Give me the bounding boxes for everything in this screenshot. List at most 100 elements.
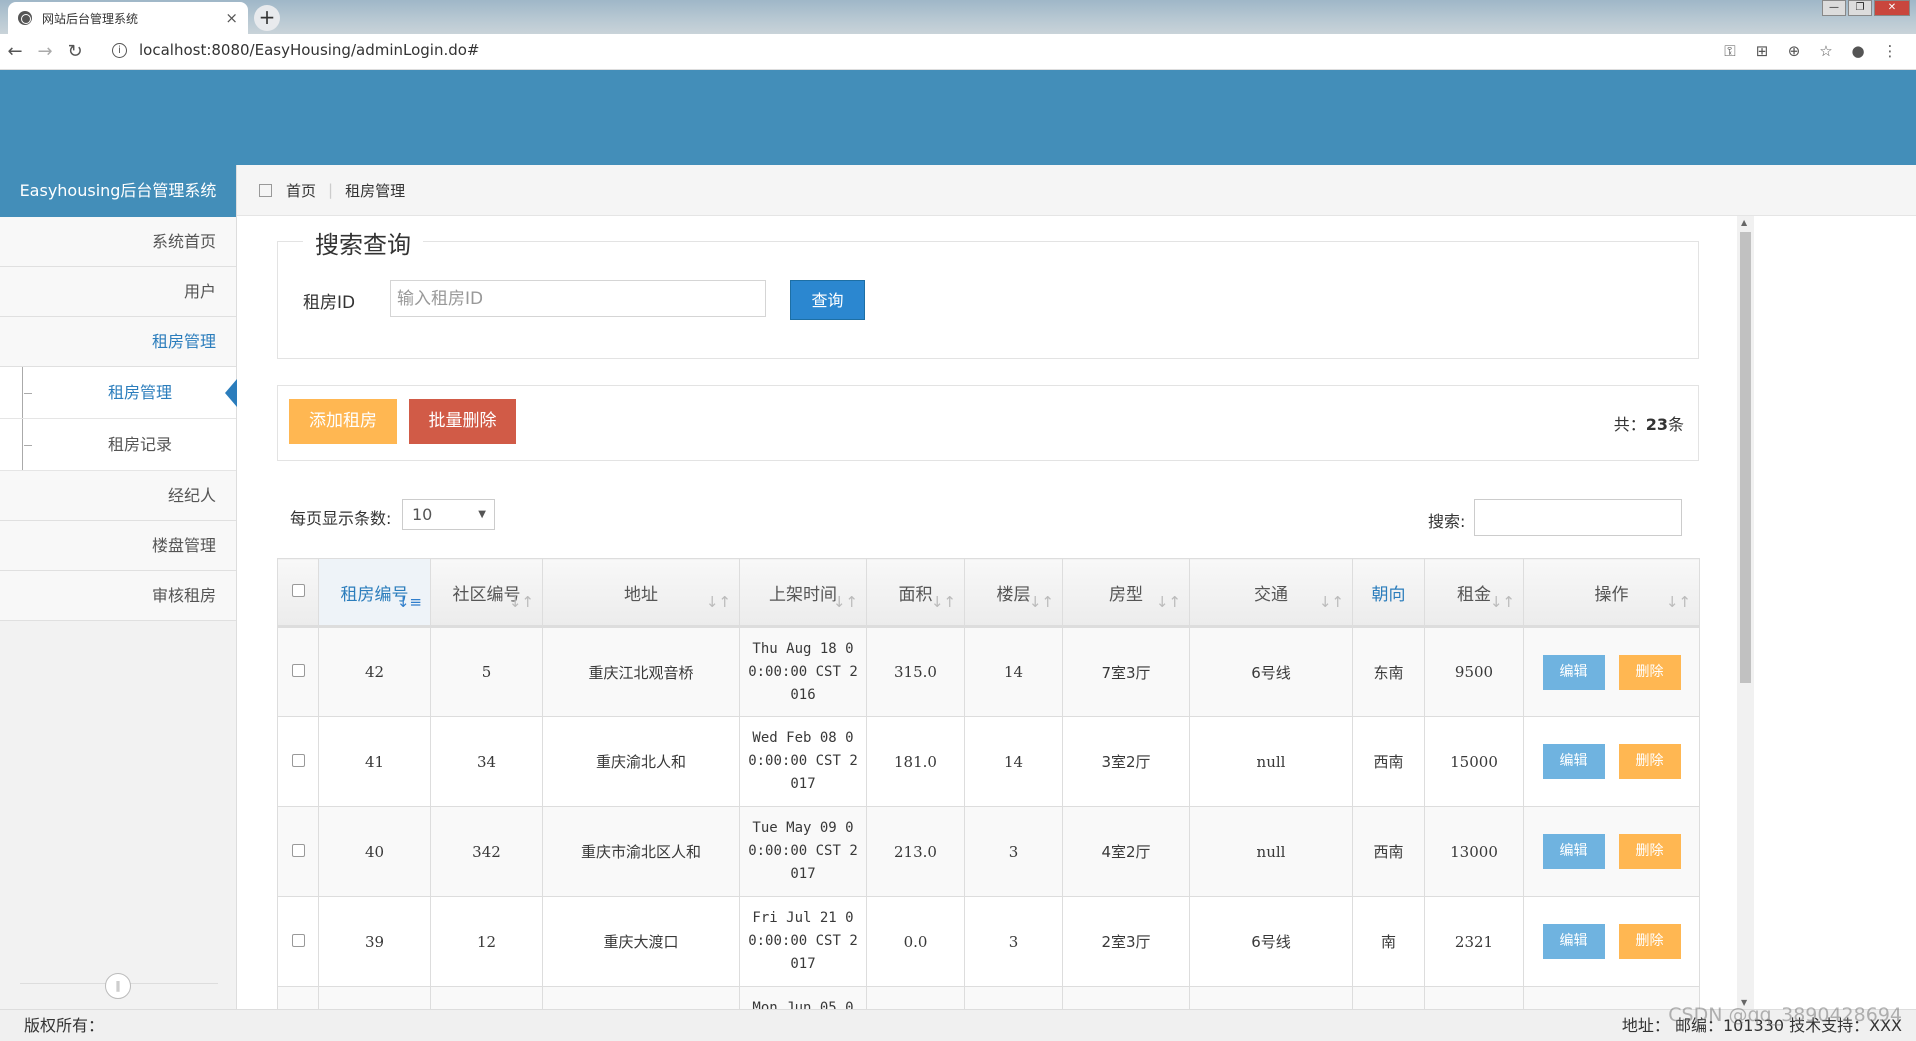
sort-icon: ↓↑ (832, 593, 858, 611)
window-controls: — ❐ ✕ (1820, 0, 1910, 16)
page-size-label: 每页显示条数: (290, 509, 392, 528)
profile-icon[interactable]: ● (1842, 42, 1874, 60)
row-select-cell (277, 806, 319, 897)
row-select-cell (277, 626, 319, 717)
col-header-community[interactable]: 社区编号 ↓↑ (430, 558, 543, 628)
browser-tab[interactable]: 网站后台管理系统 × (8, 2, 248, 34)
sort-icon: ↓↑ (705, 593, 731, 611)
cell-traffic (1189, 986, 1353, 1009)
cell-address: 重庆市渝北区人和 (542, 806, 740, 897)
sidebar-item-rental[interactable]: 租房管理 (0, 317, 236, 367)
col-header-label: 房型 (1109, 584, 1143, 605)
cell-orientation: 南 (1352, 896, 1425, 987)
rental-id-input[interactable] (390, 280, 766, 317)
window-close-button[interactable]: ✕ (1874, 0, 1910, 16)
col-header-label: 操作 (1594, 584, 1629, 605)
cell-orientation (1352, 986, 1425, 1009)
col-header-orientation[interactable]: 朝向 (1352, 558, 1425, 628)
cell-community (430, 986, 543, 1009)
cell-floor: 14 (964, 716, 1063, 807)
cell-id: 42 (318, 626, 431, 717)
sidebar-subitem-label: 租房管理 (108, 383, 173, 402)
sidebar-item-agents[interactable]: 经纪人 (0, 471, 236, 521)
back-arrow-icon[interactable]: ← (0, 41, 30, 62)
col-header-area[interactable]: 面积 ↓↑ (866, 558, 965, 628)
sidebar-subitem-rental-records[interactable]: 租房记录 (0, 419, 236, 471)
add-rental-button[interactable]: 添加租房 (289, 399, 397, 444)
edit-button[interactable]: 编辑 (1542, 744, 1605, 779)
menu-icon[interactable]: ⋮ (1874, 42, 1906, 60)
edit-button[interactable]: 编辑 (1542, 654, 1605, 690)
table-filter-input[interactable] (1474, 499, 1682, 536)
search-legend: 搜索查询 (303, 225, 423, 260)
col-header-rent[interactable]: 租金 ↓↑ (1424, 558, 1524, 628)
cell-traffic: 6号线 (1189, 626, 1353, 717)
main-content: 搜索查询 租房ID 查询 添加租房 批量删除 共：23条 每页显示条数: 10 … (237, 216, 1737, 1009)
zoom-icon[interactable]: ⊕ (1778, 42, 1810, 60)
cell-address: 重庆渝北人和 (542, 716, 740, 807)
query-button[interactable]: 查询 (790, 280, 865, 320)
sort-icon: ↓↑ (1318, 593, 1344, 611)
col-header-layout[interactable]: 房型 ↓↑ (1062, 558, 1190, 628)
edit-button[interactable]: 编辑 (1542, 834, 1605, 869)
col-header-label: 面积 (898, 584, 933, 605)
row-checkbox[interactable] (291, 753, 305, 767)
dropdown-arrow-icon: ▼ (478, 509, 486, 520)
table-row: Mon Jun 05 0 (277, 986, 1700, 1009)
col-header-address[interactable]: 地址 ↓↑ (542, 558, 740, 628)
url-field[interactable]: i localhost:8080/EasyHousing/adminLogin.… (112, 41, 480, 59)
scroll-up-icon[interactable]: ▲ (1741, 218, 1747, 227)
cell-floor (964, 986, 1063, 1009)
maximize-button[interactable]: ❐ (1848, 0, 1872, 16)
new-tab-button[interactable]: + (254, 5, 280, 31)
row-select-cell (277, 896, 319, 987)
delete-button[interactable]: 删除 (1618, 834, 1681, 869)
sidebar-item-home[interactable]: 系统首页 (0, 217, 236, 267)
row-checkbox[interactable] (291, 664, 305, 677)
key-icon[interactable]: ⚿ (1714, 42, 1746, 60)
tab-title: 网站后台管理系统 (42, 11, 139, 26)
batch-delete-button[interactable]: 批量删除 (409, 399, 516, 444)
row-checkbox[interactable] (291, 933, 305, 947)
sidebar-item-buildings[interactable]: 楼盘管理 (0, 521, 236, 571)
delete-button[interactable]: 删除 (1618, 654, 1681, 690)
delete-button[interactable]: 删除 (1618, 924, 1681, 959)
sidebar-item-review[interactable]: 审核租房 (0, 571, 236, 621)
minimize-button[interactable]: — (1822, 0, 1846, 16)
cell-area: 213.0 (866, 806, 965, 897)
cell-floor: 3 (964, 806, 1063, 897)
cell-area: 0.0 (866, 896, 965, 987)
vertical-scrollbar[interactable]: ▲ ▼ (1737, 216, 1754, 1009)
reload-icon[interactable]: ↻ (60, 41, 90, 62)
col-header-traffic[interactable]: 交通 ↓↑ (1189, 558, 1353, 628)
page-size-select[interactable]: 10 ▼ (402, 499, 495, 530)
cell-community: 12 (430, 896, 543, 987)
col-header-id[interactable]: 租房编号 ↓≡ (318, 558, 431, 628)
translate-icon[interactable]: ⊞ (1746, 42, 1778, 60)
info-icon[interactable]: i (112, 42, 127, 58)
edit-button[interactable]: 编辑 (1542, 924, 1605, 959)
col-header-listed[interactable]: 上架时间 ↓↑ (739, 558, 867, 628)
breadcrumb-home[interactable]: 首页 (286, 180, 316, 201)
cell-layout (1062, 986, 1190, 1009)
forward-arrow-icon[interactable]: → (30, 41, 60, 62)
app-header (0, 70, 1916, 165)
cell-actions: 编辑 删除 (1523, 716, 1700, 807)
col-header-floor[interactable]: 楼层 ↓↑ (964, 558, 1063, 628)
sidebar-collapse-icon[interactable]: ‖ (105, 973, 131, 999)
cell-layout: 4室2厅 (1062, 806, 1190, 897)
cell-listed: Thu Aug 18 00:00:00 CST 2016 (739, 626, 867, 717)
row-checkbox[interactable] (291, 843, 305, 857)
scrollbar-thumb[interactable] (1740, 232, 1751, 683)
table-row: 40 342 重庆市渝北区人和 Tue May 09 00:00:00 CST … (277, 806, 1700, 897)
select-all-checkbox[interactable] (291, 584, 305, 597)
total-number: 23 (1645, 415, 1668, 434)
sort-icon: ↓↑ (1028, 593, 1054, 611)
sidebar-item-users[interactable]: 用户 (0, 267, 236, 317)
search-panel: 搜索查询 租房ID 查询 (277, 225, 1699, 359)
home-icon (259, 183, 272, 197)
star-icon[interactable]: ☆ (1810, 42, 1842, 60)
sidebar-subitem-rental-manage[interactable]: 租房管理 (0, 367, 237, 419)
close-icon[interactable]: × (225, 9, 238, 27)
delete-button[interactable]: 删除 (1618, 744, 1681, 779)
